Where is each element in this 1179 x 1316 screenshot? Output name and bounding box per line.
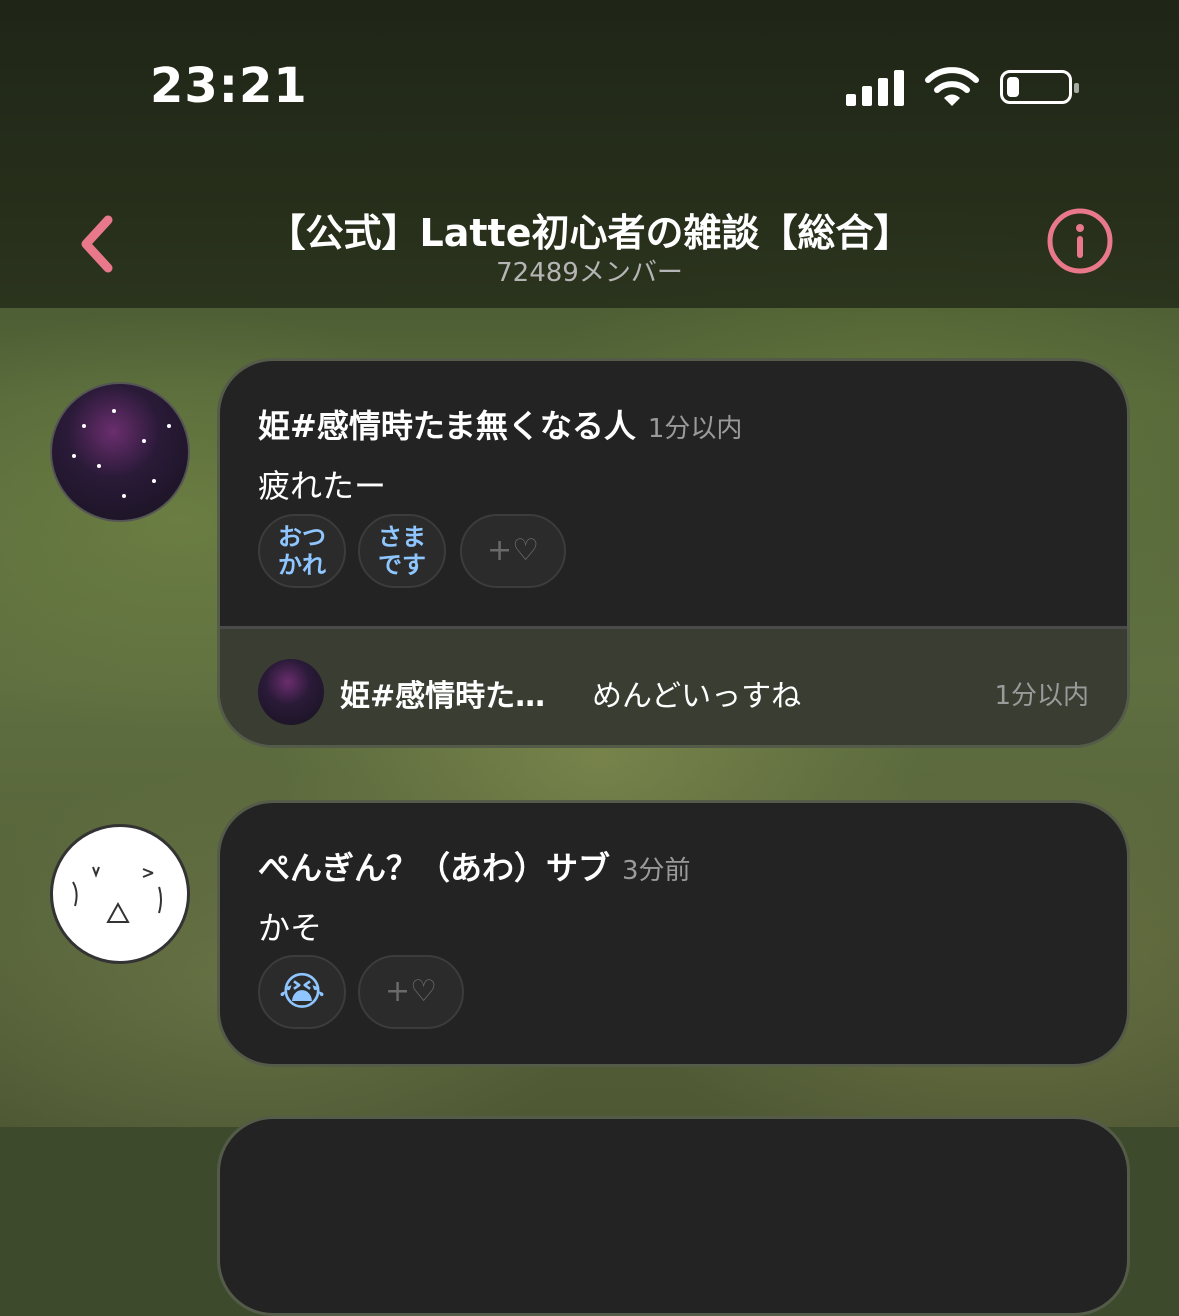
reaction-otsukare[interactable]: おつ かれ bbox=[258, 514, 346, 588]
avatar bbox=[258, 659, 324, 725]
reaction-crying-emoji[interactable]: 😭 bbox=[258, 955, 346, 1029]
member-count: 72489メンバー bbox=[496, 258, 683, 288]
username[interactable]: ぺんぎん？（あわ）サブ bbox=[258, 849, 610, 887]
timestamp: 3分前 bbox=[622, 856, 691, 886]
reply-username: 姫#感情時た… bbox=[340, 679, 546, 714]
username[interactable]: 姫#感情時たま無くなる人 bbox=[258, 407, 636, 445]
message-header: 姫#感情時たま無くなる人 1分以内 bbox=[258, 401, 742, 447]
message-card[interactable]: ぺんぎん？（あわ）サブ 3分前 かそ 😭 +♡ bbox=[217, 800, 1130, 1067]
status-time: 23:21 bbox=[150, 58, 308, 114]
reaction-label: です bbox=[378, 551, 426, 579]
reply-preview[interactable]: 姫#感情時た… めんどいっすね 1分以内 bbox=[220, 626, 1127, 745]
battery-icon bbox=[1000, 70, 1079, 104]
reaction-samadesu[interactable]: さま です bbox=[358, 514, 446, 588]
timestamp: 1分以内 bbox=[647, 414, 743, 444]
info-button[interactable] bbox=[1047, 208, 1113, 274]
wifi-icon bbox=[925, 67, 979, 106]
chat-title: 【公式】Latte初心者の雑談【総合】 bbox=[267, 211, 912, 255]
reply-timestamp: 1分以内 bbox=[994, 681, 1089, 711]
add-reaction-button[interactable]: +♡ bbox=[358, 955, 464, 1029]
message-card[interactable] bbox=[217, 1116, 1130, 1316]
chat-header: 23:21 【公式】Latte初心者の雑談【総合】 72489メンバー bbox=[0, 0, 1179, 308]
reaction-label: おつ bbox=[278, 523, 326, 551]
avatar[interactable] bbox=[50, 382, 190, 522]
message-text: 疲れたー bbox=[258, 467, 387, 505]
reaction-label: かれ bbox=[278, 551, 326, 579]
message-header: ぺんぎん？（あわ）サブ 3分前 bbox=[258, 843, 691, 889]
signal-icon bbox=[846, 70, 906, 106]
reaction-label: さま bbox=[378, 523, 426, 551]
message-card[interactable]: 姫#感情時たま無くなる人 1分以内 疲れたー おつ かれ さま です +♡ 姫#感情時… bbox=[217, 358, 1130, 748]
add-reaction-button[interactable]: +♡ bbox=[460, 514, 566, 588]
crying-face-icon bbox=[72, 866, 162, 923]
avatar[interactable] bbox=[50, 824, 190, 964]
reply-text: めんどいっすね bbox=[592, 679, 802, 714]
message-text: かそ bbox=[258, 909, 323, 947]
